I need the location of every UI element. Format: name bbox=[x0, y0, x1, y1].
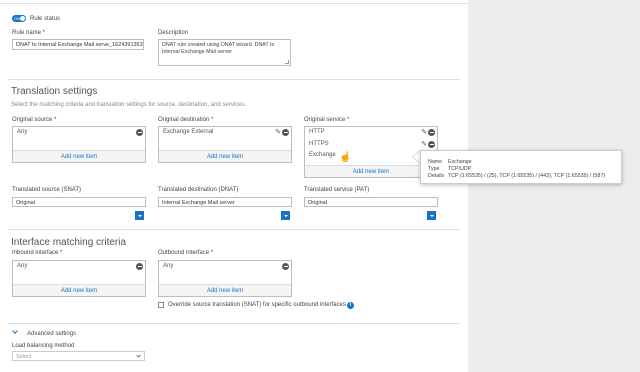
rule-name-input[interactable]: DNAT to Internal Exchange Mail serve_162… bbox=[12, 39, 144, 50]
edit-icon[interactable]: ✎ bbox=[421, 141, 427, 148]
list-item: Exchange bbox=[309, 152, 336, 158]
original-source-label: Original source * bbox=[12, 117, 57, 123]
add-new-item-button[interactable]: Add new item bbox=[13, 150, 145, 162]
load-balancing-select[interactable]: Select bbox=[12, 351, 145, 361]
description-label: Description bbox=[158, 30, 189, 36]
add-new-item-button[interactable]: Add new item bbox=[159, 284, 291, 296]
info-icon[interactable]: i bbox=[347, 302, 354, 309]
tooltip-name-value: Exchange bbox=[448, 159, 472, 165]
remove-icon[interactable] bbox=[282, 263, 289, 270]
original-source-list: Any Add new item bbox=[12, 126, 146, 163]
translated-service-dropdown-button[interactable] bbox=[427, 211, 436, 220]
remove-icon[interactable] bbox=[136, 129, 143, 136]
outbound-interface-list: Any Add new item bbox=[158, 260, 292, 297]
edit-icon[interactable]: ✎ bbox=[421, 129, 427, 136]
translated-destination-label: Translated destination (DNAT) bbox=[158, 187, 239, 193]
translated-destination-input[interactable]: Internal Exchange Mail server bbox=[158, 197, 292, 207]
list-item: Any bbox=[17, 129, 28, 135]
rule-status-toggle[interactable]: ON bbox=[12, 15, 26, 22]
override-snat-label: Override source translation (SNAT) for s… bbox=[168, 302, 346, 308]
top-divider bbox=[0, 3, 468, 4]
translated-destination-dropdown-button[interactable] bbox=[281, 211, 290, 220]
service-tooltip: Name Exchange Type TCP/UDP Details TCP (… bbox=[420, 150, 622, 184]
tooltip-details-value: TCP (1:65535) / (25), TCP (1:65535) / (4… bbox=[448, 173, 606, 179]
hand-cursor-icon: ☝ bbox=[339, 152, 352, 163]
outbound-interface-label: Outbound interface * bbox=[158, 250, 214, 256]
section-divider bbox=[8, 229, 460, 230]
rule-status-label: Rule status bbox=[30, 16, 61, 22]
section-divider bbox=[8, 323, 460, 324]
section-divider bbox=[8, 79, 460, 80]
resize-handle[interactable] bbox=[285, 60, 289, 64]
interface-matching-title: Interface matching criteria bbox=[11, 237, 127, 248]
inbound-interface-list: Any Add new item bbox=[12, 260, 146, 297]
add-new-item-button[interactable]: Add new item bbox=[305, 165, 437, 177]
right-sidebar bbox=[468, 0, 640, 372]
remove-icon[interactable] bbox=[428, 129, 435, 136]
list-item: Exchange External bbox=[163, 129, 214, 135]
tooltip-type-value: TCP/UDP bbox=[448, 166, 472, 172]
tooltip-type-key: Type bbox=[428, 166, 440, 172]
select-placeholder: Select bbox=[16, 354, 32, 360]
original-destination-list: Exchange External ✎ Add new item bbox=[158, 126, 292, 163]
translation-settings-title: Translation settings bbox=[11, 86, 98, 97]
translated-service-input[interactable]: Original bbox=[304, 197, 438, 207]
description-text: DNAT rule created using DNAT wizard. DNA… bbox=[162, 42, 275, 55]
tooltip-name-key: Name bbox=[428, 159, 443, 165]
rule-name-label: Rule name * bbox=[12, 30, 46, 36]
translated-service-label: Translated service (PAT) bbox=[304, 187, 370, 193]
main-panel: ON Rule status Rule name * DNAT to Inter… bbox=[0, 0, 468, 372]
translated-source-input[interactable]: Original bbox=[12, 197, 146, 207]
inbound-interface-label: Inbound interface * bbox=[12, 250, 63, 256]
remove-icon[interactable] bbox=[428, 141, 435, 148]
override-snat-checkbox[interactable] bbox=[158, 302, 164, 308]
list-item: Any bbox=[17, 263, 28, 269]
advanced-settings-toggle[interactable]: Advanced settings bbox=[27, 331, 76, 337]
list-item: Any bbox=[163, 263, 174, 269]
edit-icon[interactable]: ✎ bbox=[275, 129, 281, 136]
list-item: HTTPS bbox=[309, 141, 329, 147]
original-service-label: Original service * bbox=[304, 117, 350, 123]
chevron-down-icon[interactable] bbox=[12, 328, 18, 334]
chevron-down-icon bbox=[136, 353, 141, 358]
add-new-item-button[interactable]: Add new item bbox=[159, 150, 291, 162]
translated-source-dropdown-button[interactable] bbox=[135, 211, 144, 220]
tooltip-details-key: Details bbox=[428, 173, 445, 179]
toggle-knob bbox=[20, 16, 25, 21]
description-textarea[interactable]: DNAT rule created using DNAT wizard. DNA… bbox=[158, 39, 291, 66]
load-balancing-label: Load balancing method bbox=[12, 343, 75, 349]
translated-source-label: Translated source (SNAT) bbox=[12, 187, 82, 193]
list-item: HTTP bbox=[309, 129, 325, 135]
translation-settings-subtitle: Select the matching criteria and transla… bbox=[11, 102, 247, 108]
remove-icon[interactable] bbox=[282, 129, 289, 136]
original-destination-label: Original destination * bbox=[158, 117, 214, 123]
remove-icon[interactable] bbox=[136, 263, 143, 270]
add-new-item-button[interactable]: Add new item bbox=[13, 284, 145, 296]
